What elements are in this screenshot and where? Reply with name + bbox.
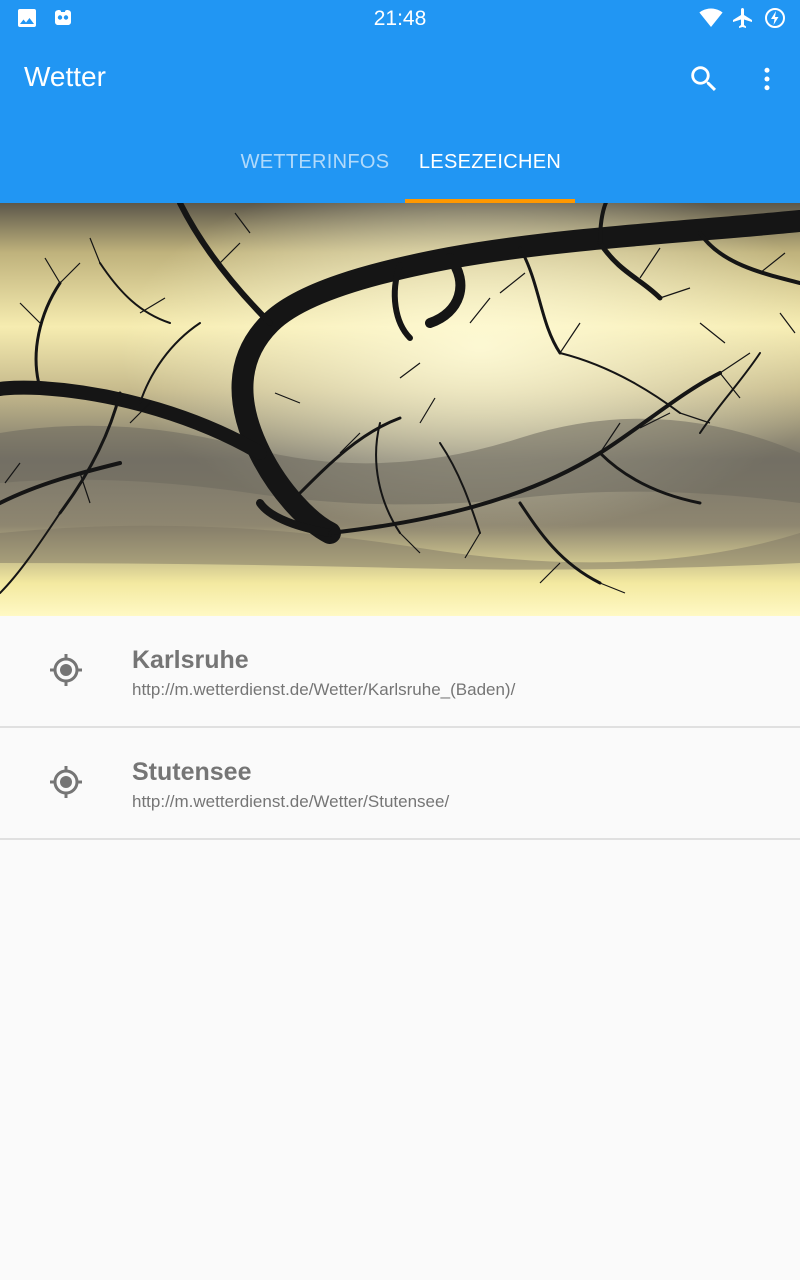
location-target-icon [48, 764, 84, 800]
airplane-mode-icon [731, 6, 755, 30]
bookmark-url: http://m.wetterdienst.de/Wetter/Karlsruh… [132, 680, 516, 699]
tab-bar: WETTERINFOS LESEZEICHEN [0, 122, 800, 203]
more-vert-icon [764, 67, 770, 91]
list-item[interactable]: Karlsruhe http://m.wetterdienst.de/Wette… [0, 616, 800, 728]
bookmark-name: Stutensee [132, 758, 252, 786]
toolbar: Wetter [0, 36, 800, 122]
battery-charging-icon [763, 6, 787, 30]
tab-wetterinfos[interactable]: WETTERINFOS [225, 122, 405, 203]
header-image [0, 203, 800, 616]
status-bar: 21:48 [0, 0, 800, 36]
list-item[interactable]: Stutensee http://m.wetterdienst.de/Wette… [0, 728, 800, 840]
tab-lesezeichen[interactable]: LESEZEICHEN [405, 122, 575, 203]
wifi-icon [699, 6, 723, 30]
more-options-button[interactable] [743, 55, 791, 103]
search-icon [691, 66, 717, 92]
status-time: 21:48 [373, 7, 427, 30]
app-title: Wetter [24, 61, 106, 92]
bookmark-list: Karlsruhe http://m.wetterdienst.de/Wette… [0, 616, 800, 840]
bookmark-name: Karlsruhe [132, 646, 249, 674]
search-button[interactable] [680, 55, 728, 103]
location-target-icon [48, 652, 84, 688]
bookmark-url: http://m.wetterdienst.de/Wetter/Stutense… [132, 792, 450, 811]
app-bar: 21:48 Wetter WETTERINFOS LESEZEICHEN [0, 0, 800, 203]
